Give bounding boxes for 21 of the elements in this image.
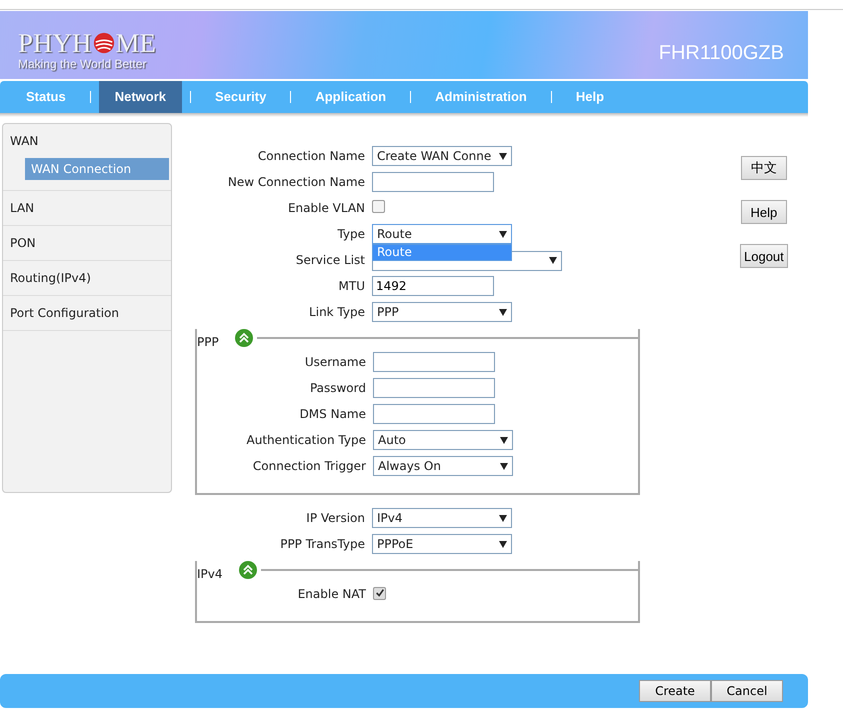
section-title: IPv4	[197, 567, 223, 581]
model-name: FHR1100GZB	[658, 42, 784, 65]
field-label: Service List	[294, 253, 366, 267]
field-label: Username	[304, 355, 367, 369]
field-label: Link Type	[308, 305, 366, 319]
field-label: Enable VLAN	[286, 201, 366, 215]
field-label: IP Version	[305, 511, 366, 525]
field-label: Enable NAT	[296, 587, 367, 601]
field-label: DMS Name	[298, 407, 367, 421]
field-label: Authentication Type	[246, 433, 367, 447]
field-label: PPP TransType	[279, 537, 366, 551]
logo-tagline: Making the World Better	[18, 57, 148, 71]
logo-text: PHYH	[18, 29, 92, 57]
section-title: PPP	[197, 335, 219, 349]
field-label: MTU	[338, 279, 366, 293]
field-label: Password	[308, 381, 367, 395]
field-label: Connection Trigger	[252, 459, 367, 473]
field-label: Connection Name	[256, 149, 366, 163]
field-label: New Connection Name	[226, 175, 366, 189]
logo-text: ME	[116, 29, 156, 57]
field-label: Type	[336, 227, 366, 241]
